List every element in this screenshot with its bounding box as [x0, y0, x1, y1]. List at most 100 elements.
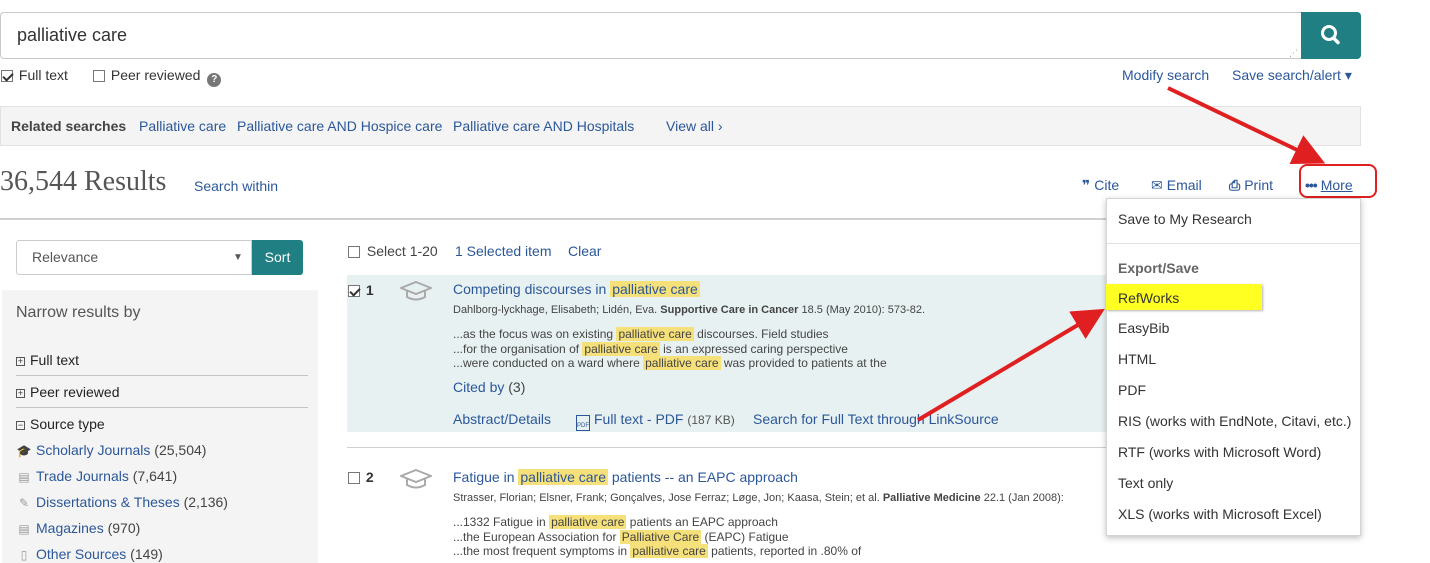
title-text: Fatigue in [453, 469, 515, 485]
peer-reviewed-checkbox[interactable] [93, 70, 105, 83]
source-label[interactable]: Dissertations & Theses [36, 494, 180, 510]
related-searches-heading: Related searches [11, 118, 127, 134]
divider [347, 447, 1106, 448]
printer-icon: ⎙ [1229, 177, 1241, 193]
source-count: (149) [130, 546, 163, 562]
related-link-hospitals[interactable]: Palliative care AND Hospitals [453, 118, 634, 134]
sort-button[interactable]: Sort [252, 240, 303, 275]
title-highlight: palliative care [518, 469, 608, 485]
search-input[interactable] [1, 13, 1302, 58]
snippet-line: ...the European Association for Palliati… [453, 529, 789, 544]
search-within-link[interactable]: Search within [194, 178, 278, 194]
full-text-pdf-label[interactable]: Full text - PDF [594, 411, 683, 427]
full-text-pdf-link[interactable]: PDF Full text - PDF (187 KB) [576, 411, 735, 431]
info-icon[interactable]: ? [207, 73, 222, 87]
menu-item-save-to-my-research[interactable]: Save to My Research [1118, 211, 1252, 227]
peer-reviewed-checkbox-row[interactable]: Peer reviewed ? [93, 67, 222, 87]
cited-by-link[interactable]: Cited by [453, 379, 504, 395]
scholarly-mortarboard-icon [398, 280, 434, 308]
linksource-link[interactable]: Search for Full Text through LinkSource [753, 411, 999, 427]
result-snippets: ...as the focus was on existing palliati… [453, 327, 887, 371]
result-title-link[interactable]: Competing discourses in palliative care [453, 281, 700, 297]
divider [1107, 243, 1360, 244]
source-label[interactable]: Magazines [36, 520, 104, 536]
snippet-line: ...were conducted on a ward where pallia… [453, 356, 887, 370]
full-text-checkbox[interactable] [1, 70, 13, 83]
more-annotation-outline [1299, 164, 1377, 198]
pdf-icon: PDF [576, 415, 590, 431]
quote-icon: ❞ [1082, 177, 1091, 193]
print-button[interactable]: ⎙ Print [1229, 177, 1273, 194]
result-checkbox[interactable] [348, 472, 360, 485]
menu-item-rtf[interactable]: RTF (works with Microsoft Word) [1118, 444, 1321, 460]
facet-source-type[interactable]: − Source type [16, 416, 105, 432]
citation-text: 18.5 (May 2010): 573-82. [801, 304, 926, 316]
export-save-heading: Export/Save [1118, 260, 1199, 276]
menu-item-html[interactable]: HTML [1118, 351, 1156, 367]
source-label[interactable]: Trade Journals [36, 468, 129, 484]
menu-item-refworks[interactable]: RefWorks [1118, 290, 1179, 306]
chevron-down-icon: ▼ [233, 252, 243, 263]
email-label: Email [1166, 177, 1202, 193]
cite-button[interactable]: ❞ Cite [1082, 177, 1119, 194]
newspaper-icon: ▤ [18, 470, 30, 484]
abstract-details-link[interactable]: Abstract/Details [453, 411, 551, 427]
modify-search-link[interactable]: Modify search [1122, 67, 1209, 83]
select-all-checkbox[interactable] [348, 246, 360, 259]
menu-item-easybib[interactable]: EasyBib [1118, 320, 1169, 336]
results-count: 36,544 Results [0, 166, 167, 197]
facet-label: Source type [30, 416, 105, 432]
source-item-other-sources[interactable]: ▯ Other Sources (149) [16, 546, 163, 562]
email-button[interactable]: ✉ Email [1151, 177, 1202, 194]
menu-item-pdf[interactable]: PDF [1118, 382, 1146, 398]
source-item-dissertations[interactable]: ✎ Dissertations & Theses (2,136) [16, 494, 228, 510]
select-range-label: Select 1-20 [366, 243, 438, 259]
result-title-link[interactable]: Fatigue in palliative care patients -- a… [453, 469, 798, 485]
clear-link[interactable]: Clear [568, 243, 601, 259]
title-text: Competing discourses in [453, 281, 607, 297]
view-all-link[interactable]: View all › [666, 118, 723, 134]
menu-item-text-only[interactable]: Text only [1118, 475, 1173, 491]
magazine-icon: ▤ [18, 522, 30, 536]
search-icon [1321, 25, 1340, 45]
facet-label: Peer reviewed [30, 384, 120, 400]
document-icon: ▯ [20, 548, 28, 562]
result-2-select[interactable]: 2 [348, 469, 374, 485]
source-count: (7,641) [132, 468, 178, 484]
source-item-scholarly-journals[interactable]: 🎓 Scholarly Journals (25,504) [16, 442, 207, 458]
citation-text: 22.1 (Jan 2008): [983, 492, 1064, 504]
source-label[interactable]: Scholarly Journals [36, 442, 150, 458]
result-checkbox[interactable] [348, 285, 360, 298]
source-label[interactable]: Other Sources [36, 546, 126, 562]
result-1-select[interactable]: 1 [348, 282, 374, 298]
menu-item-ris[interactable]: RIS (works with EndNote, Citavi, etc.) [1118, 413, 1351, 429]
full-text-checkbox-row[interactable]: Full text [1, 67, 68, 83]
menu-item-xls[interactable]: XLS (works with Microsoft Excel) [1118, 506, 1322, 522]
sort-select[interactable]: Relevance [16, 240, 252, 275]
search-button[interactable] [1301, 12, 1361, 59]
snippet-line: ...as the focus was on existing palliati… [453, 327, 829, 341]
related-link-palliative-care[interactable]: Palliative care [139, 118, 226, 134]
related-link-hospice-care[interactable]: Palliative care AND Hospice care [237, 118, 442, 134]
resize-grip-icon[interactable]: ⋰ [1289, 48, 1298, 59]
expand-icon: + [16, 388, 25, 398]
source-item-magazines[interactable]: ▤ Magazines (970) [16, 520, 140, 536]
facet-peer-reviewed[interactable]: + Peer reviewed [16, 384, 120, 400]
divider [16, 375, 308, 376]
result-authors: Dahlborg-lyckhage, Elisabeth; Lidén, Eva… [453, 304, 925, 316]
authors-text: Dahlborg-lyckhage, Elisabeth; Lidén, Eva… [453, 304, 658, 316]
title-text: patients -- an EAPC approach [611, 469, 798, 485]
cited-count: (3) [508, 379, 526, 395]
source-item-trade-journals[interactable]: ▤ Trade Journals (7,641) [16, 468, 177, 484]
selected-items-link[interactable]: 1 Selected item [455, 243, 552, 259]
expand-icon: + [16, 356, 25, 366]
select-all-row[interactable]: Select 1-20 [348, 243, 438, 259]
facet-full-text[interactable]: + Full text [16, 352, 79, 368]
collapse-icon: − [16, 420, 25, 430]
save-search-alert-link[interactable]: Save search/alert ▾ [1232, 67, 1352, 84]
narrow-results-title: Narrow results by [16, 304, 141, 321]
title-highlight: palliative care [610, 281, 700, 297]
snippet-line: ...the most frequent symptoms in palliat… [453, 544, 862, 558]
cite-label: Cite [1094, 177, 1120, 193]
divider [0, 218, 1106, 220]
